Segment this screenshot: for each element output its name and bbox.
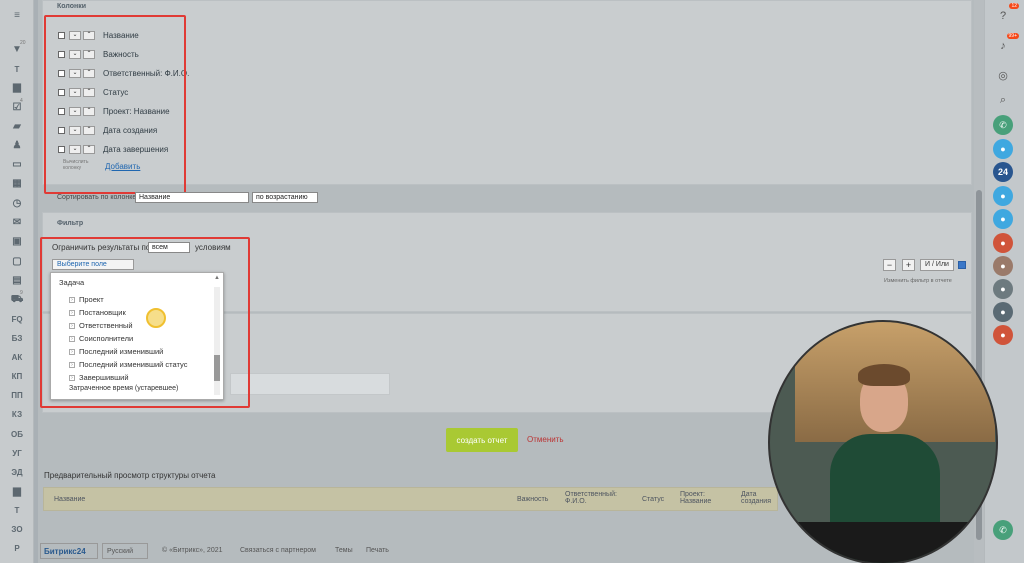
- preview-title: Предварительный просмотр структуры отчет…: [44, 471, 216, 480]
- and-or-button[interactable]: И / Или: [920, 259, 954, 271]
- create-report-button[interactable]: создать отчет: [446, 428, 518, 452]
- partner-link[interactable]: Связаться с партнером: [240, 547, 316, 554]
- search-icon[interactable]: ⌕: [993, 90, 1013, 110]
- cart-icon[interactable]: ⛟ 9: [0, 290, 34, 307]
- help-icon[interactable]: ? 12: [993, 3, 1019, 26]
- th-status: Статус: [642, 496, 665, 503]
- window-icon[interactable]: ▢: [0, 256, 34, 267]
- remove-condition-button[interactable]: −: [883, 259, 896, 271]
- th-project: Проект: Название: [680, 491, 712, 505]
- mail-icon[interactable]: ▭: [0, 159, 34, 170]
- columns-title: Колонки: [57, 3, 87, 10]
- truck-icon[interactable]: ▣: [0, 236, 34, 247]
- sidebar-item-fq[interactable]: FQ: [0, 315, 34, 324]
- group-chat-icon[interactable]: ●: [993, 209, 1013, 229]
- grid-icon[interactable]: ▤: [0, 275, 34, 286]
- messenger-icon[interactable]: ◎: [993, 65, 1013, 85]
- add-condition-button[interactable]: +: [902, 259, 915, 271]
- group-chat-icon[interactable]: ●: [993, 139, 1013, 159]
- calendar-icon[interactable]: ▦: [0, 178, 34, 189]
- b24-icon[interactable]: 24: [993, 162, 1013, 182]
- sidebar-item-pp[interactable]: ПП: [0, 391, 34, 400]
- sort-field-select[interactable]: Название: [135, 192, 249, 203]
- avatar[interactable]: ●: [993, 302, 1013, 322]
- left-sidebar: ≡ ▼ 20 Т ▆ ☑ 4 ▰ ♟ ▭ ▦ ◷ ✉ ▣ ▢ ▤ ⛟ 9 FQ БЗ …: [0, 0, 34, 563]
- webcam-overlay: [768, 320, 998, 563]
- columns-highlight: [44, 15, 186, 194]
- th-importance: Важность: [517, 496, 549, 503]
- preview-table-header: Название Важность Ответственный: Ф.И.О. …: [43, 487, 778, 511]
- sort-label: Сортировать по колонке: [57, 194, 137, 201]
- filter-icon[interactable]: ▼ 20: [0, 40, 34, 55]
- filter-highlight: [40, 237, 250, 408]
- language-select[interactable]: Русский: [102, 543, 148, 559]
- menu-icon[interactable]: ≡: [0, 10, 34, 21]
- copyright: © «Битрикс», 2021: [162, 547, 223, 554]
- sidebar-item-t2[interactable]: Т: [0, 506, 34, 515]
- sidebar-item-ak[interactable]: АК: [0, 353, 34, 362]
- call-icon[interactable]: ✆: [993, 520, 1013, 540]
- cancel-link[interactable]: Отменить: [527, 435, 564, 444]
- brand-button[interactable]: Битрикс24: [40, 543, 98, 559]
- change-filter-label: Изменить фильтр в отчете: [884, 278, 952, 284]
- avatar[interactable]: ●: [993, 256, 1013, 276]
- sidebar-item-kp[interactable]: КП: [0, 372, 34, 381]
- keyboard-desk: [770, 522, 996, 563]
- change-filter-checkbox[interactable]: [958, 261, 966, 269]
- tasks-icon[interactable]: ☑ 4: [0, 98, 34, 113]
- sidebar-item-r[interactable]: Р: [0, 544, 34, 553]
- th-name: Название: [54, 496, 86, 503]
- th-created: Дата создания: [741, 491, 771, 505]
- avatar[interactable]: ●: [993, 279, 1013, 299]
- sidebar-item-ug[interactable]: УГ: [0, 449, 34, 458]
- print-link[interactable]: Печать: [366, 547, 389, 554]
- avatar[interactable]: ●: [993, 233, 1013, 253]
- page-icon[interactable]: ▆: [0, 486, 34, 497]
- sidebar-item-t1[interactable]: Т: [0, 65, 34, 74]
- sidebar-item-bz[interactable]: БЗ: [0, 334, 34, 343]
- filter-title: Фильтр: [57, 220, 84, 227]
- sort-order-select[interactable]: по возрастанию: [252, 192, 318, 203]
- condition-placeholder: [230, 373, 390, 395]
- bell-icon[interactable]: ♪ 99+: [993, 33, 1019, 56]
- themes-link[interactable]: Темы: [335, 547, 353, 554]
- sidebar-item-ob[interactable]: ОБ: [0, 430, 34, 439]
- envelope-icon[interactable]: ✉: [0, 217, 34, 228]
- phone-icon[interactable]: ✆: [993, 115, 1013, 135]
- chat-icon[interactable]: ▰: [0, 121, 34, 132]
- clock-icon[interactable]: ◷: [0, 198, 34, 209]
- sidebar-item-zo[interactable]: ЗО: [0, 525, 34, 534]
- sidebar-item-ed[interactable]: ЭД: [0, 468, 34, 477]
- th-responsible: Ответственный: Ф.И.О.: [565, 491, 617, 505]
- sidebar-item-kz[interactable]: КЗ: [0, 410, 34, 419]
- group-chat-icon[interactable]: ●: [993, 186, 1013, 206]
- avatar[interactable]: ●: [993, 325, 1013, 345]
- doc-icon[interactable]: ▆: [0, 82, 34, 93]
- users-icon[interactable]: ♟: [0, 140, 34, 151]
